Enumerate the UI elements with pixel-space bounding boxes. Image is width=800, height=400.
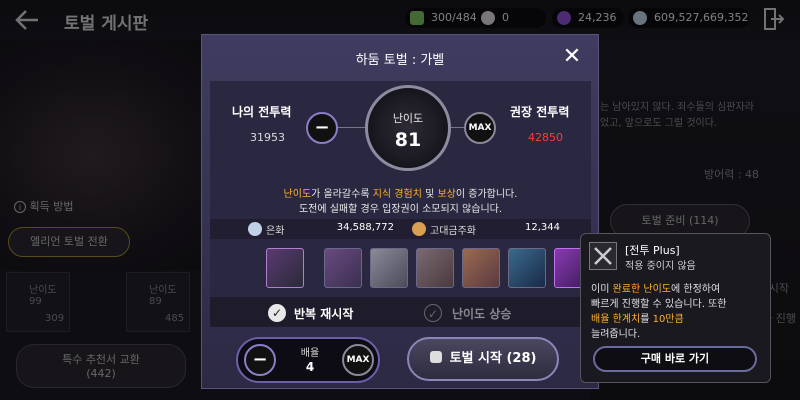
- silver-coin-icon: [248, 222, 262, 236]
- crossed-swords-icon: [589, 242, 617, 270]
- reward-chest-icon[interactable]: [324, 248, 362, 288]
- multiplier-stepper: − 배율 4 MAX: [236, 337, 380, 383]
- toggle-row: ✓ 반복 재시작 ✓ 난이도 상승: [210, 297, 591, 327]
- failure-notice: 도전에 실패할 경우 입장권이 소모되지 않습니다.: [298, 204, 503, 215]
- max-multiplier-button[interactable]: MAX: [342, 344, 374, 376]
- buy-shortcut-button[interactable]: 구매 바로 가기: [593, 346, 757, 372]
- difficulty-up-checkbox[interactable]: ✓: [424, 304, 442, 322]
- ancient-gold-coin-icon: [412, 222, 426, 236]
- start-raid-button[interactable]: 토벌 시작 (28): [407, 337, 559, 381]
- reward-helmet-icon[interactable]: [266, 248, 304, 288]
- repeat-restart-checkbox[interactable]: ✓: [268, 304, 286, 322]
- currency-row: 은화 34,588,772 고대금주화 12,344: [210, 219, 591, 239]
- close-icon[interactable]: ✕: [562, 46, 582, 68]
- decrease-multiplier-button[interactable]: −: [244, 344, 276, 376]
- reward-scroll-icon[interactable]: [370, 248, 408, 288]
- max-difficulty-button[interactable]: MAX: [464, 112, 496, 144]
- decrease-difficulty-button[interactable]: −: [306, 112, 338, 144]
- reward-list: [210, 241, 592, 297]
- multiplier-value: 4: [305, 360, 315, 374]
- reward-treasure-chest-icon[interactable]: [462, 248, 500, 288]
- reward-shard-icon[interactable]: [508, 248, 546, 288]
- raid-modal: 하둠 토벌 : 가벨 ✕ 나의 전투력 31953 − 난이도 81 MAX 권…: [201, 34, 599, 389]
- difficulty-notice: 난이도가 올라갈수록 지식 경험치 및 보상이 증가합니다.: [283, 189, 518, 200]
- combat-plus-tooltip: [전투 Plus] 적용 중이지 않음 이미 완료한 난이도에 한정하여 빠르게…: [580, 233, 771, 383]
- fist-icon: [429, 351, 442, 363]
- difficulty-dial: 난이도 81: [365, 85, 451, 171]
- modal-title: 하둠 토벌 : 가벨: [355, 53, 445, 68]
- reward-box-icon[interactable]: [416, 248, 454, 288]
